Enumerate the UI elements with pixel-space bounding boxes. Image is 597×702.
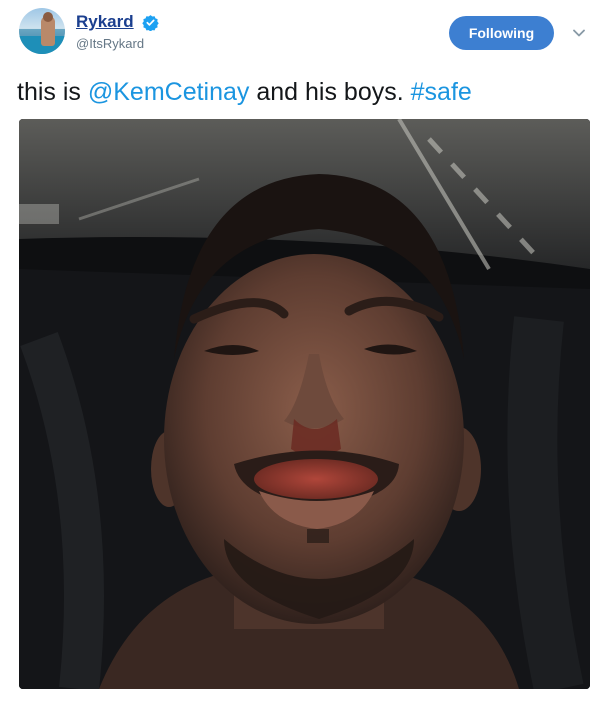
author-display-name[interactable]: Rykard [76,12,134,32]
avatar[interactable] [19,8,65,54]
photo-illustration [19,119,590,689]
verified-badge-icon [142,14,159,31]
tweet-photo[interactable] [19,119,590,689]
hashtag-link[interactable]: #safe [411,78,472,106]
avatar-head-shape [43,12,53,22]
author-handle[interactable]: @ItsRykard [76,36,159,51]
tweet-text-middle: and his boys. [249,78,411,106]
mention-link[interactable]: @KemCetinay [88,78,250,106]
author-info: Rykard @ItsRykard [76,12,159,51]
tweet-text-prefix: this is [17,78,88,106]
tweet-text: this is @KemCetinay and his boys. #safe [17,76,587,108]
following-button[interactable]: Following [449,16,554,50]
tweet-header: Rykard @ItsRykard Following [0,0,597,68]
chevron-down-icon[interactable] [573,29,585,37]
